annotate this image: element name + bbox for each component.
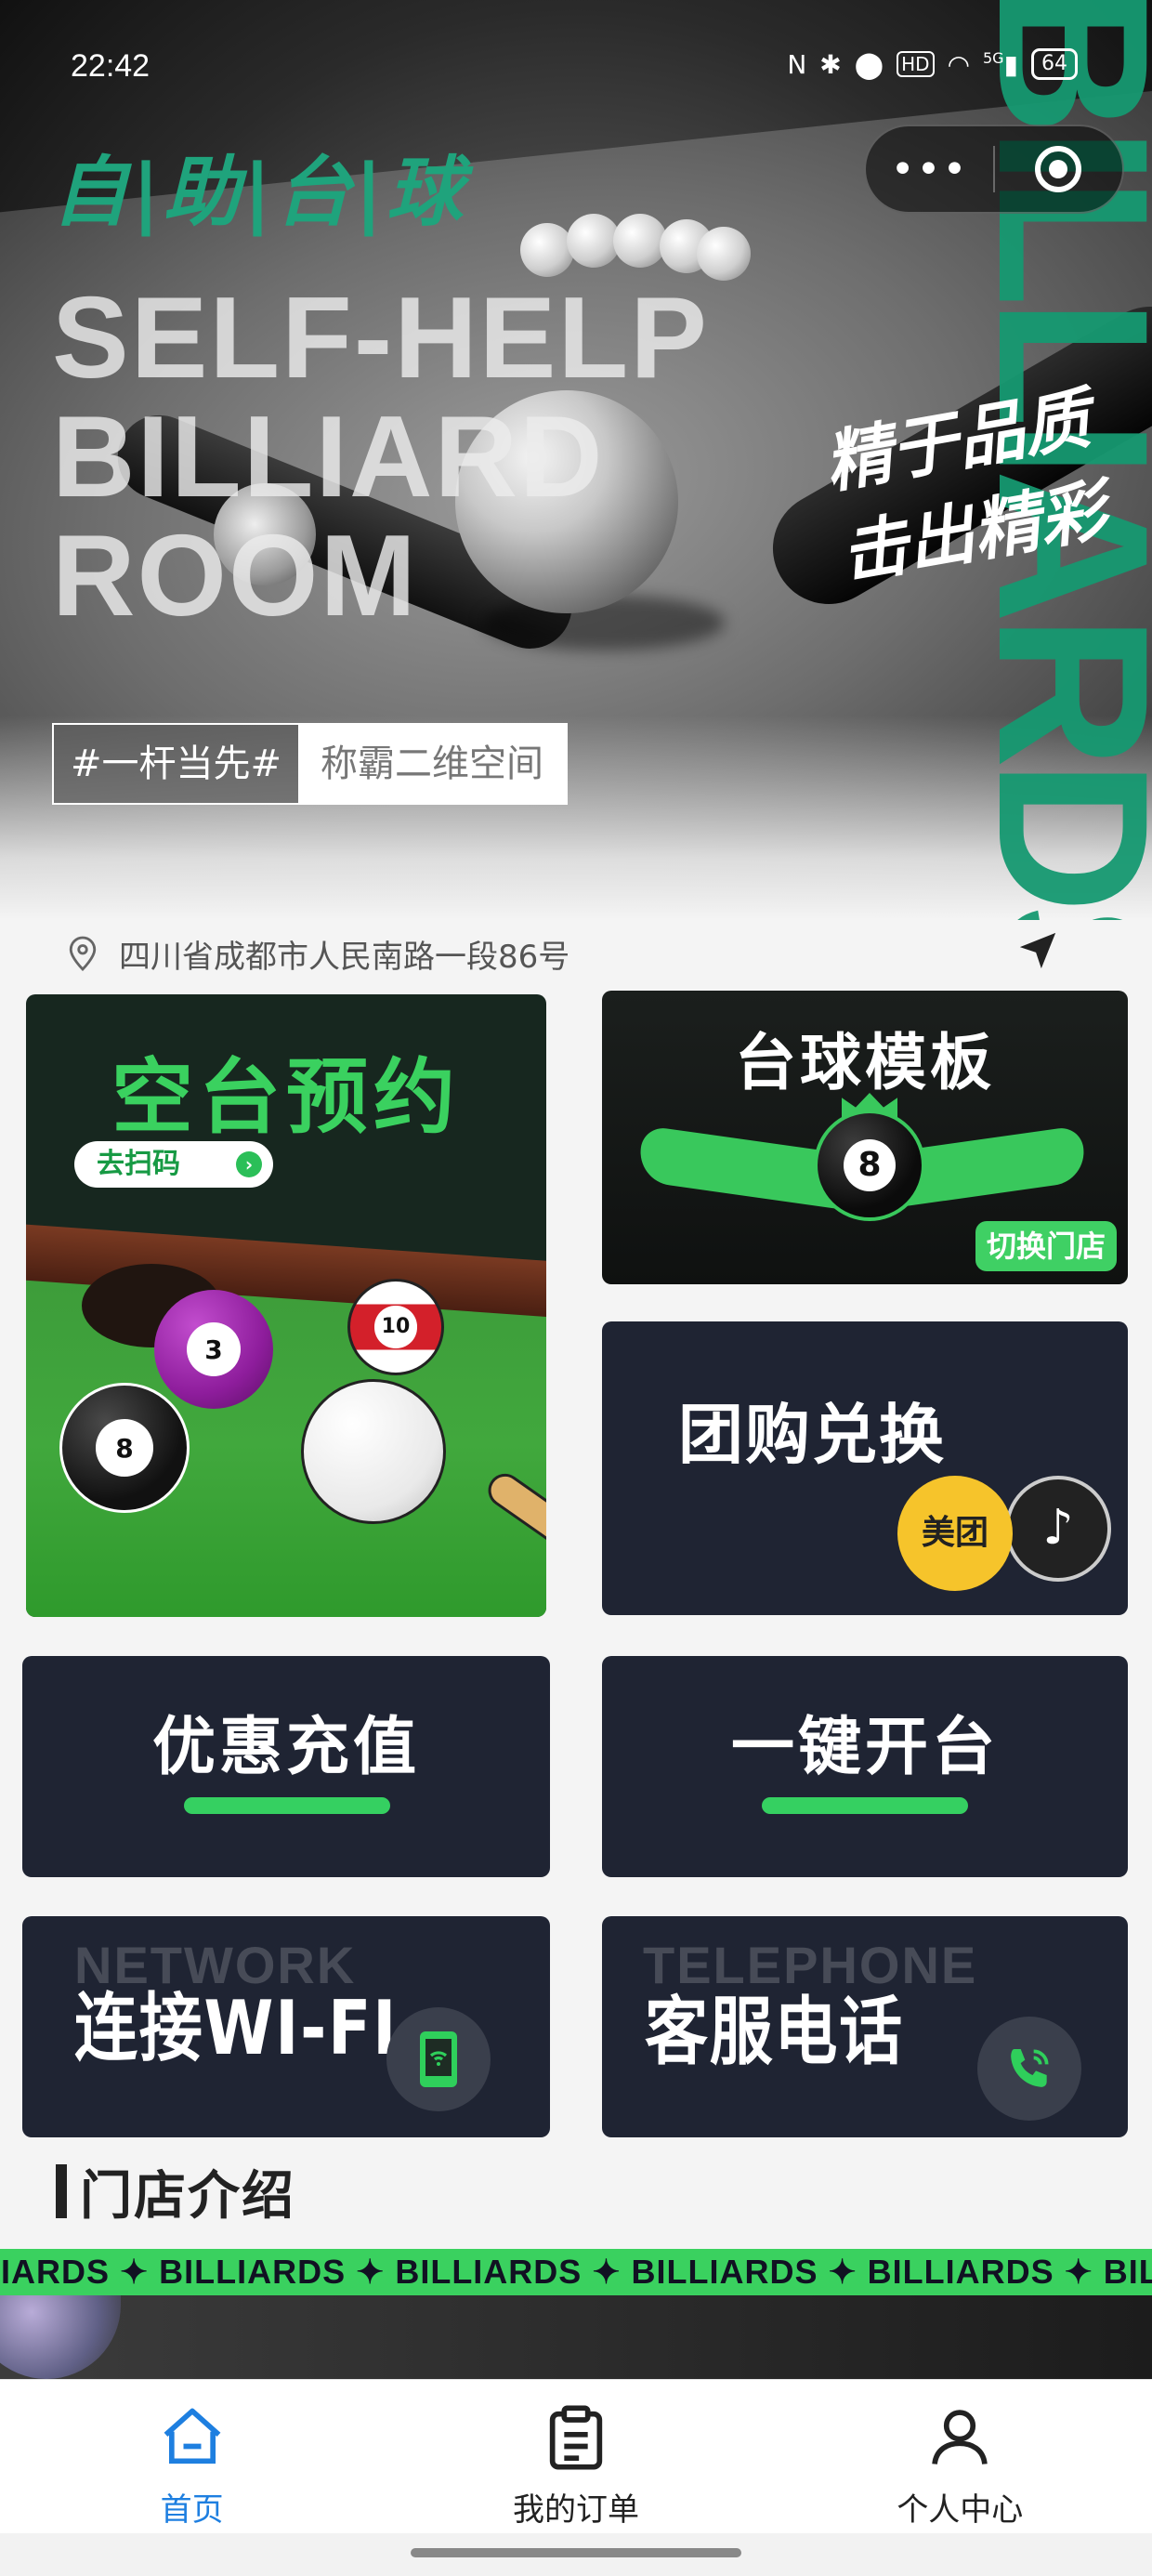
store-intro-title: 门店介绍 xyxy=(80,2165,295,2227)
hero-eng-line1: SELF-HELP xyxy=(52,274,709,402)
tab-orders[interactable]: 我的订单 xyxy=(384,2380,767,2533)
status-time: 22:42 xyxy=(71,48,151,84)
scan-label: 去扫码 xyxy=(97,1148,180,1180)
more-menu-button[interactable]: ••• xyxy=(866,146,993,193)
battery-icon: 64 xyxy=(1031,48,1078,80)
recharge-title: 优惠充值 xyxy=(151,1711,420,1784)
home-indicator[interactable] xyxy=(411,2548,741,2557)
arrow-right-icon: › xyxy=(236,1151,262,1177)
ball-8: 8 xyxy=(59,1383,190,1513)
store-address: 四川省成都市人民南路一段86号 xyxy=(119,939,570,976)
brand-title: 自|助|台|球 xyxy=(52,149,466,237)
status-bar: 22:42 N ✱ ⬤ HD ◠ 5G▮ 64 xyxy=(0,0,1152,139)
connect-wifi-card[interactable]: NETWORK 连接WI-FI xyxy=(22,1916,550,2137)
group-title: 团购兑换 xyxy=(678,1397,946,1473)
open-table-card[interactable]: 一键开台 xyxy=(602,1656,1128,1877)
hero-english-title: SELF-HELP BILLIARD ROOM xyxy=(52,279,709,636)
tab-orders-label: 我的订单 xyxy=(512,2491,639,2529)
switch-store-button[interactable]: 切换门店 xyxy=(975,1221,1117,1271)
signal-icon: 5G▮ xyxy=(983,48,1018,80)
ball-10: 10 xyxy=(347,1279,444,1375)
bubble-decoration xyxy=(0,2295,121,2379)
scan-button[interactable]: 去扫码 › xyxy=(74,1141,273,1188)
location-icon: ⬤ xyxy=(854,48,884,80)
billiards-template-card[interactable]: 台球模板 8 切换门店 xyxy=(602,991,1128,1284)
wifi-title: 连接WI-FI xyxy=(74,1985,399,2071)
hashtag-tag: #一杆当先# 称霸二维空间 xyxy=(52,723,569,805)
open-title: 一键开台 xyxy=(730,1711,999,1784)
open-accent-bar xyxy=(762,1797,968,1814)
recharge-accent-bar xyxy=(184,1797,390,1814)
hero-eng-line2: BILLIARD xyxy=(52,393,605,521)
orders-icon xyxy=(549,2405,603,2470)
heading-marker xyxy=(56,2164,67,2218)
home-icon xyxy=(164,2408,221,2464)
recharge-card[interactable]: 优惠充值 xyxy=(22,1656,550,1877)
douyin-icon: ♪ xyxy=(1005,1476,1111,1582)
hd-icon: HD xyxy=(897,51,935,77)
hashtag-text: #一杆当先# xyxy=(54,725,299,803)
miniprogram-capsule: ••• xyxy=(864,125,1124,214)
wifi-icon: ◠ xyxy=(947,48,970,80)
status-icons: N ✱ ⬤ HD ◠ 5G▮ 64 xyxy=(787,48,1078,80)
hero-eng-line3: ROOM xyxy=(52,512,418,640)
ball-rack xyxy=(520,214,751,281)
navigate-icon[interactable] xyxy=(1016,929,1059,972)
network-type: 5G xyxy=(983,48,1004,67)
reserve-title: 空台预约 xyxy=(111,1049,461,1145)
phone-wifi-icon xyxy=(386,2007,491,2111)
tab-profile[interactable]: 个人中心 xyxy=(768,2380,1152,2533)
profile-icon xyxy=(932,2410,988,2465)
eight-ball-icon: 8 xyxy=(814,1110,925,1221)
bottom-tab-bar: 首页 我的订单 个人中心 xyxy=(0,2379,1152,2533)
tab-profile-label: 个人中心 xyxy=(897,2491,1024,2529)
cue-ball-illustration xyxy=(301,1379,446,1524)
phone-call-icon xyxy=(977,2017,1081,2121)
bluetooth-icon: ✱ xyxy=(819,48,842,80)
meituan-icon: 美团 xyxy=(897,1476,1013,1591)
store-location-bar[interactable]: 四川省成都市人民南路一段86号 xyxy=(0,920,1152,985)
phone-title: 客服电话 xyxy=(645,1989,904,2075)
map-pin-icon xyxy=(69,936,97,972)
reserve-table-card[interactable]: 空台预约 去扫码 › 3 10 8 xyxy=(26,994,546,1617)
tab-home-label: 首页 xyxy=(160,2491,224,2529)
tab-home[interactable]: 首页 xyxy=(0,2380,384,2533)
customer-service-card[interactable]: TELEPHONE 客服电话 xyxy=(602,1916,1128,2137)
group-redeem-card[interactable]: 团购兑换 ♪ 美团 xyxy=(602,1321,1128,1615)
billiards-marquee: LIARDS ✦ BILLIARDS ✦ BILLIARDS ✦ BILLIAR… xyxy=(0,2249,1152,2295)
ball-3: 3 xyxy=(154,1290,273,1409)
close-miniprogram-button[interactable] xyxy=(995,146,1122,192)
nfc-icon: N xyxy=(787,48,807,80)
marquee-text: LIARDS ✦ BILLIARDS ✦ BILLIARDS ✦ BILLIAR… xyxy=(0,2253,1152,2291)
target-icon xyxy=(1035,146,1082,192)
hashtag-subtext: 称霸二维空间 xyxy=(298,725,567,803)
store-intro-heading: 门店介绍 xyxy=(56,2162,295,2227)
store-intro-image xyxy=(0,2295,1152,2379)
template-title: 台球模板 xyxy=(735,1027,995,1098)
